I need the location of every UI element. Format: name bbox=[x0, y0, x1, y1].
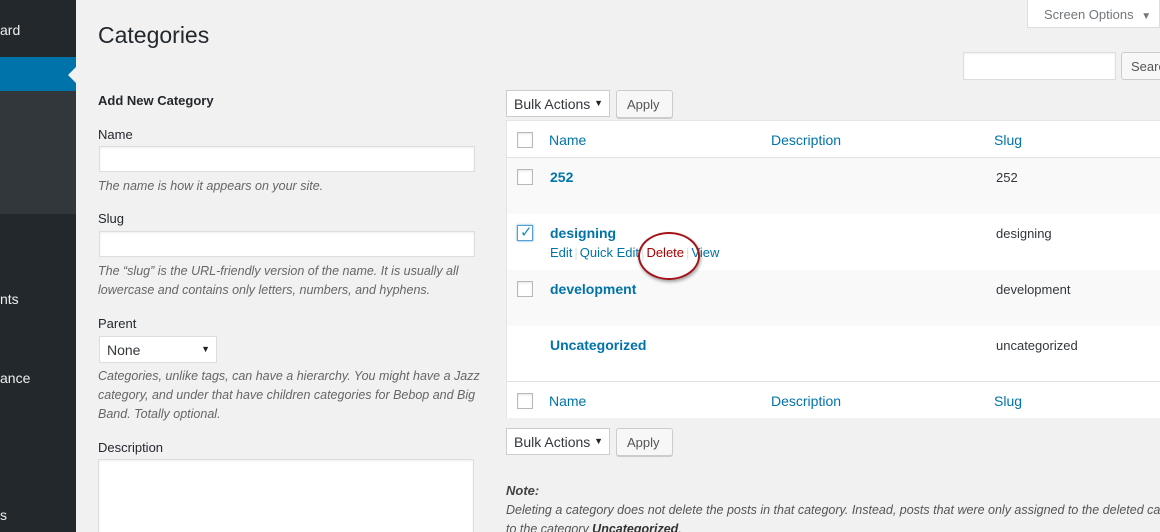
screen-options-button[interactable]: Screen Options ▼ bbox=[1027, 0, 1160, 28]
column-slug-footer[interactable]: Slug bbox=[994, 393, 1022, 409]
chevron-down-icon: ▼ bbox=[594, 98, 603, 108]
sidebar-item-posts-active[interactable] bbox=[0, 57, 76, 91]
chevron-down-icon: ▼ bbox=[594, 436, 603, 446]
bulk-actions-label: Bulk Actions bbox=[514, 96, 591, 112]
parent-hint-line-3: Band. Totally optional. bbox=[98, 407, 221, 421]
table-footer: Name Description Slug bbox=[507, 381, 1160, 418]
sidebar-item-comments[interactable]: nts bbox=[0, 291, 19, 307]
sidebar-item-appearance[interactable]: ance bbox=[0, 370, 30, 386]
category-slug: 252 bbox=[996, 170, 1018, 185]
slug-label: Slug bbox=[98, 211, 125, 226]
search-input[interactable] bbox=[963, 52, 1116, 80]
sidebar-item-plugins[interactable]: s bbox=[0, 507, 7, 523]
description-label: Description bbox=[98, 440, 164, 455]
apply-button-bottom[interactable]: Apply bbox=[616, 428, 673, 456]
table-row: ✓ designing designing Edit | Quick Edit | De… bbox=[507, 214, 1160, 270]
column-name[interactable]: Name bbox=[549, 132, 586, 148]
select-all-checkbox-footer[interactable] bbox=[517, 393, 533, 409]
sidebar-active-arrow bbox=[68, 67, 76, 83]
select-all-checkbox[interactable] bbox=[517, 132, 533, 148]
parent-hint-line-2: category, and under that have children c… bbox=[98, 388, 476, 402]
row-checkbox[interactable]: ✓ bbox=[517, 224, 533, 241]
add-category-heading: Add New Category bbox=[98, 93, 214, 108]
row-checkbox[interactable] bbox=[517, 281, 533, 297]
column-slug[interactable]: Slug bbox=[994, 132, 1022, 148]
category-name-link[interactable]: Uncategorized bbox=[550, 337, 646, 353]
name-label: Name bbox=[98, 127, 133, 142]
checkmark-icon: ✓ bbox=[520, 224, 533, 241]
parent-label: Parent bbox=[98, 316, 137, 331]
name-field[interactable] bbox=[99, 146, 475, 172]
sidebar-item-dashboard[interactable]: ard bbox=[0, 22, 20, 38]
row-checkbox[interactable] bbox=[517, 169, 533, 185]
categories-table: Name Description Slug 252 252 ✓ designin… bbox=[506, 120, 1160, 418]
slug-field[interactable] bbox=[99, 231, 475, 257]
bulk-actions-select-bottom[interactable]: Bulk Actions ▼ bbox=[506, 428, 610, 455]
quick-edit-link[interactable]: Quick Edit bbox=[580, 245, 639, 260]
note-line-2: to the category Uncategorized. bbox=[506, 520, 1160, 532]
column-name-footer[interactable]: Name bbox=[549, 393, 586, 409]
admin-sidebar: ard nts ance s bbox=[0, 0, 76, 532]
category-name-link[interactable]: development bbox=[550, 281, 636, 297]
table-row: development development bbox=[507, 270, 1160, 326]
parent-select-value: None bbox=[107, 342, 141, 358]
bulk-actions-label: Bulk Actions bbox=[514, 434, 591, 450]
screen-options-label: Screen Options bbox=[1044, 7, 1134, 22]
description-textarea[interactable] bbox=[98, 459, 474, 532]
column-description[interactable]: Description bbox=[771, 132, 841, 148]
name-hint: The name is how it appears on your site. bbox=[98, 179, 324, 193]
column-description-footer[interactable]: Description bbox=[771, 393, 841, 409]
slug-hint-line-2: lowercase and contains only letters, num… bbox=[98, 283, 431, 297]
bulk-actions-select-top[interactable]: Bulk Actions ▼ bbox=[506, 90, 610, 117]
table-row: 252 252 bbox=[507, 158, 1160, 214]
table-row: Uncategorized uncategorized bbox=[507, 326, 1160, 382]
chevron-down-icon: ▼ bbox=[201, 344, 210, 354]
category-slug: designing bbox=[996, 226, 1052, 241]
parent-select[interactable]: None ▼ bbox=[99, 336, 217, 363]
note-line-1: Deleting a category does not delete the … bbox=[506, 503, 1160, 517]
slug-hint-line-1: The “slug” is the URL-friendly version o… bbox=[98, 264, 459, 278]
note-line-2-suffix: . bbox=[678, 522, 682, 532]
sidebar-submenu bbox=[0, 91, 76, 214]
apply-button-top[interactable]: Apply bbox=[616, 90, 673, 118]
parent-hint-line-1: Categories, unlike tags, can have a hier… bbox=[98, 369, 480, 383]
note-label: Note: bbox=[506, 483, 540, 498]
delete-highlight-ring bbox=[638, 232, 700, 280]
category-name-link[interactable]: designing bbox=[550, 225, 616, 241]
search-button[interactable]: Searc bbox=[1121, 52, 1160, 80]
caret-down-icon: ▼ bbox=[1141, 11, 1152, 22]
category-slug: development bbox=[996, 282, 1071, 297]
note-line-2-prefix: to the category bbox=[506, 522, 593, 532]
category-slug: uncategorized bbox=[996, 338, 1078, 353]
table-header: Name Description Slug bbox=[507, 121, 1160, 158]
edit-link[interactable]: Edit bbox=[550, 245, 572, 260]
note-uncategorized: Uncategorized bbox=[592, 522, 679, 532]
page-title: Categories bbox=[98, 22, 210, 48]
action-separator: | bbox=[574, 245, 578, 260]
category-name-link[interactable]: 252 bbox=[550, 169, 573, 185]
